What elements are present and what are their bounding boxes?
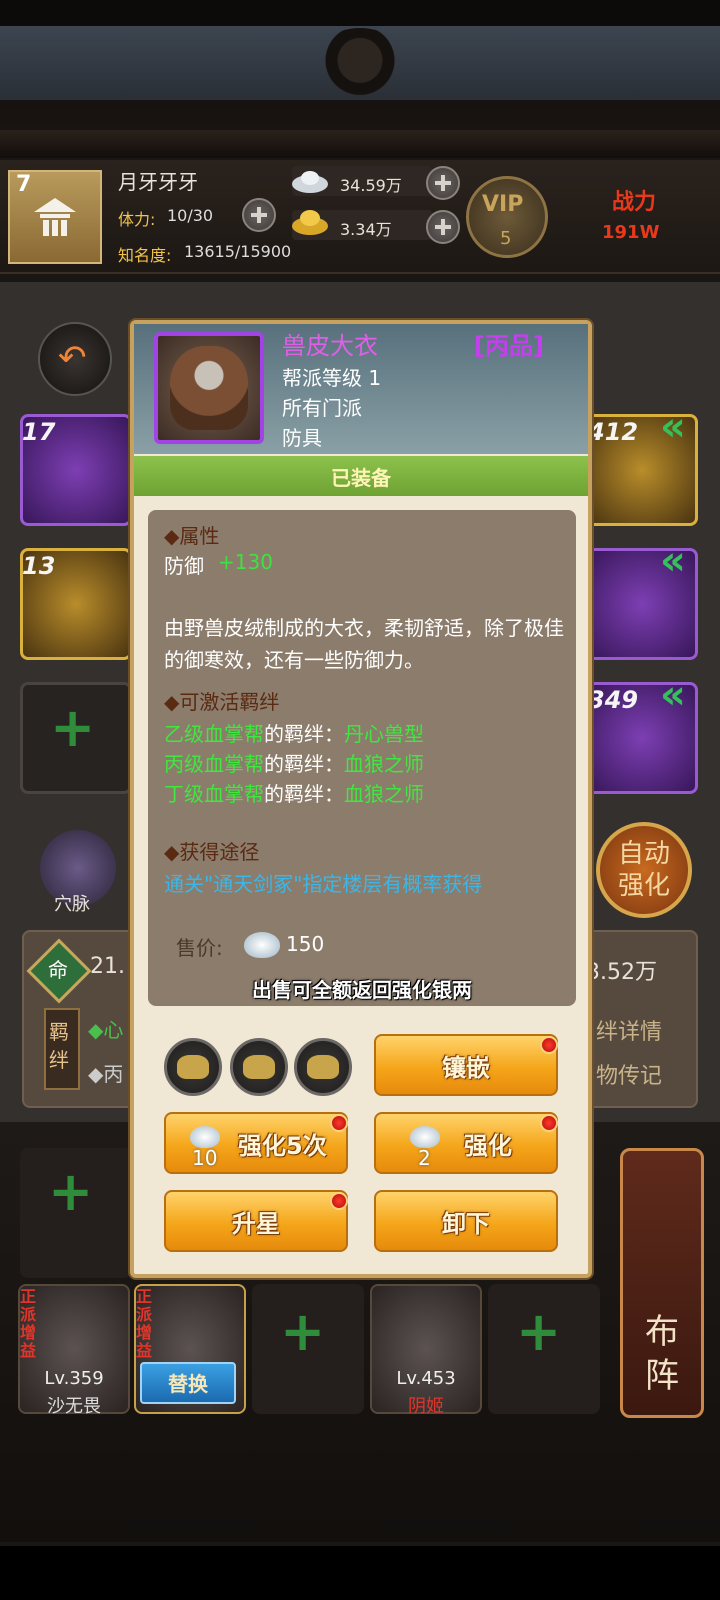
upgrade-arrow-icon: « [660, 538, 686, 584]
bond-line: ◆心 [88, 1018, 124, 1042]
enhance-5-label: 强化5次 [238, 1132, 327, 1160]
bond-entry: 乙级血掌帮的羁绊：丹心兽型 [164, 718, 424, 747]
unequip-label: 卸下 [442, 1210, 490, 1238]
stat-value: +130 [218, 550, 273, 574]
add-hero-icon: + [48, 1160, 94, 1223]
add-hero-icon: + [516, 1300, 562, 1363]
fame-label: 知名度: [118, 246, 172, 265]
upgrade-arrow-icon: « [660, 404, 686, 450]
replace-label: 替换 [168, 1372, 208, 1396]
gold-ingot-icon [292, 210, 328, 235]
player-level: 7 [16, 172, 32, 197]
slot-level: 17 [22, 418, 56, 446]
formation-label: 布阵 [645, 1312, 679, 1396]
notification-dot [330, 1114, 348, 1132]
bond-guild: 丙级血掌帮 [164, 752, 264, 776]
enhance-cost: 2 [418, 1146, 431, 1170]
bond-name: 血狼之师 [344, 752, 424, 776]
bond-separator: 的羁绊： [264, 752, 344, 776]
stat-name: 防御 [164, 554, 204, 578]
player-name: 月牙牙牙 [118, 170, 198, 194]
item-guild-level: 帮派等级 1 [282, 366, 382, 390]
gem-socket-icon [243, 1055, 275, 1079]
sell-note: 出售可全额返回强化银两 [252, 978, 472, 1002]
notification-dot [330, 1192, 348, 1210]
fame-value: 13615/15900 [184, 242, 292, 261]
stamina-label: 体力: [118, 210, 156, 229]
add-hero-icon: + [280, 1300, 326, 1363]
enhance-5-cost: 10 [192, 1146, 218, 1170]
power-label: 战力 [612, 190, 657, 215]
notification-dot [540, 1114, 558, 1132]
upgrade-arrow-icon: « [660, 672, 686, 718]
bond-entry: 丙级血掌帮的羁绊：血狼之师 [164, 748, 424, 777]
silver-ingot-icon [410, 1126, 440, 1148]
item-name: 兽皮大衣 [282, 332, 378, 360]
enhance-label: 强化 [464, 1132, 512, 1160]
star-up-label: 升星 [232, 1210, 280, 1238]
bottom-bar [0, 1546, 720, 1600]
hero-name: 阴姬 [408, 1396, 444, 1417]
bond-entry: 丁级血掌帮的羁绊：血狼之师 [164, 778, 424, 807]
power-bonus-value: 3.52万 [586, 960, 657, 985]
source-link[interactable]: 通关"通天剑冢"指定楼层有概率获得 [164, 868, 482, 897]
slot-level: 412 [588, 418, 639, 446]
price-value: 150 [286, 932, 325, 956]
silver-ingot-icon [244, 932, 280, 958]
silver-amount: 34.59万 [340, 176, 402, 195]
bond-separator: 的羁绊： [264, 782, 344, 806]
back-arrow-icon: ↶ [58, 338, 87, 378]
gem-socket-icon [307, 1055, 339, 1079]
inlay-label: 镶嵌 [442, 1054, 490, 1082]
notification-dot [540, 1036, 558, 1054]
cloud-ornament-icon [312, 28, 408, 100]
bond-title: ◆可激活羁绊 [164, 690, 280, 714]
stamina-value: 10/30 [167, 206, 214, 225]
item-quality: [丙品] [474, 332, 544, 360]
bond-separator: 的羁绊： [264, 722, 344, 746]
item-description: 由野兽皮绒制成的大衣，柔韧舒适，除了极佳的御寒效，还有一些防御力。 [164, 616, 564, 672]
item-faction: 所有门派 [282, 396, 362, 420]
hero-level: Lv.453 [396, 1368, 456, 1389]
vip-label: VIP [482, 192, 524, 217]
source-title: ◆获得途径 [164, 840, 260, 864]
gem-socket-icon [177, 1055, 209, 1079]
gold-amount: 3.34万 [340, 220, 392, 239]
roof-beam [0, 130, 720, 158]
pagoda-icon [34, 198, 76, 236]
equipped-status: 已装备 [331, 466, 391, 490]
item-category: 防具 [282, 426, 322, 450]
bond-detail-link[interactable]: 绊详情 [596, 1014, 662, 1046]
bond-guild: 丁级血掌帮 [164, 782, 264, 806]
power-value: 191W [602, 222, 660, 243]
buff-tag: 正派增益 [136, 1287, 153, 1360]
acupoint-label: 穴脉 [54, 894, 90, 915]
bond-line: ◆丙 [88, 1062, 124, 1086]
slot-level: 349 [588, 686, 639, 714]
buff-tag: 正派增益 [20, 1287, 37, 1360]
bond-name: 丹心兽型 [344, 722, 424, 746]
add-stamina-button[interactable] [242, 198, 276, 232]
hero-bio-link[interactable]: 物传记 [596, 1058, 662, 1090]
hero-name: 沙无畏 [47, 1396, 101, 1417]
life-icon-text: 命 [48, 958, 68, 982]
add-gold-button[interactable] [426, 210, 460, 244]
silver-ingot-icon [190, 1126, 220, 1148]
price-label: 售价: [176, 936, 223, 960]
auto-enhance-label: 自动强化 [617, 839, 670, 901]
hero-level: Lv.359 [44, 1368, 104, 1389]
slot-level: 13 [22, 552, 56, 580]
life-value: 21. [90, 954, 125, 979]
silver-ingot-icon [292, 171, 328, 193]
bond-tag-text: 羁绊 [49, 1020, 69, 1072]
vip-level: 5 [500, 228, 512, 249]
bond-name: 血狼之师 [344, 782, 424, 806]
add-equip-icon: + [50, 696, 96, 759]
bond-guild: 乙级血掌帮 [164, 722, 264, 746]
add-silver-button[interactable] [426, 166, 460, 200]
attribute-title: ◆属性 [164, 524, 220, 548]
fur-coat-icon [170, 346, 248, 430]
